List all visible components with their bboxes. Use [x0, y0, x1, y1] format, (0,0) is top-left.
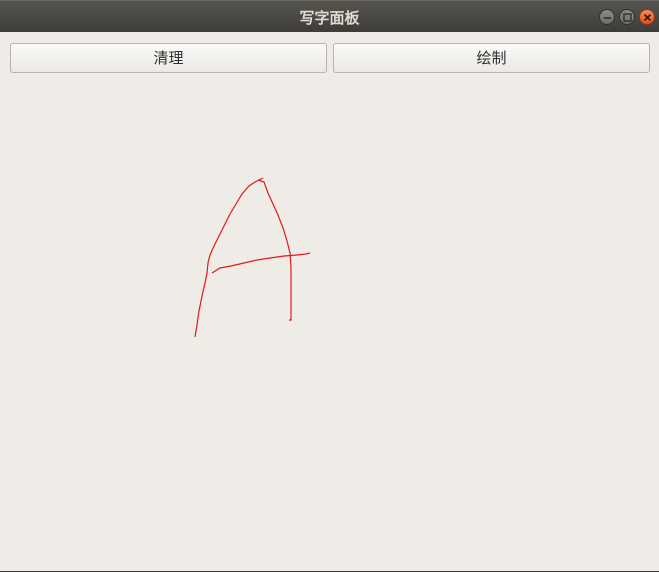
maximize-button[interactable] — [619, 9, 635, 25]
window-title: 写字面板 — [299, 9, 360, 27]
app-window: 写字面板 清理 绘制 — [0, 0, 659, 572]
clear-button[interactable]: 清理 — [10, 43, 327, 73]
minimize-icon — [604, 17, 611, 19]
handwritten-stroke-right — [257, 179, 292, 321]
draw-button[interactable]: 绘制 — [333, 43, 650, 73]
minimize-button[interactable] — [599, 9, 615, 25]
close-button[interactable] — [639, 9, 655, 25]
drawing-canvas[interactable] — [0, 74, 659, 571]
handwritten-stroke-crossbar — [211, 252, 311, 274]
close-icon — [643, 13, 652, 22]
maximize-icon — [623, 13, 632, 22]
title-bar[interactable]: 写字面板 — [0, 0, 659, 32]
handwritten-stroke-left — [194, 177, 264, 338]
